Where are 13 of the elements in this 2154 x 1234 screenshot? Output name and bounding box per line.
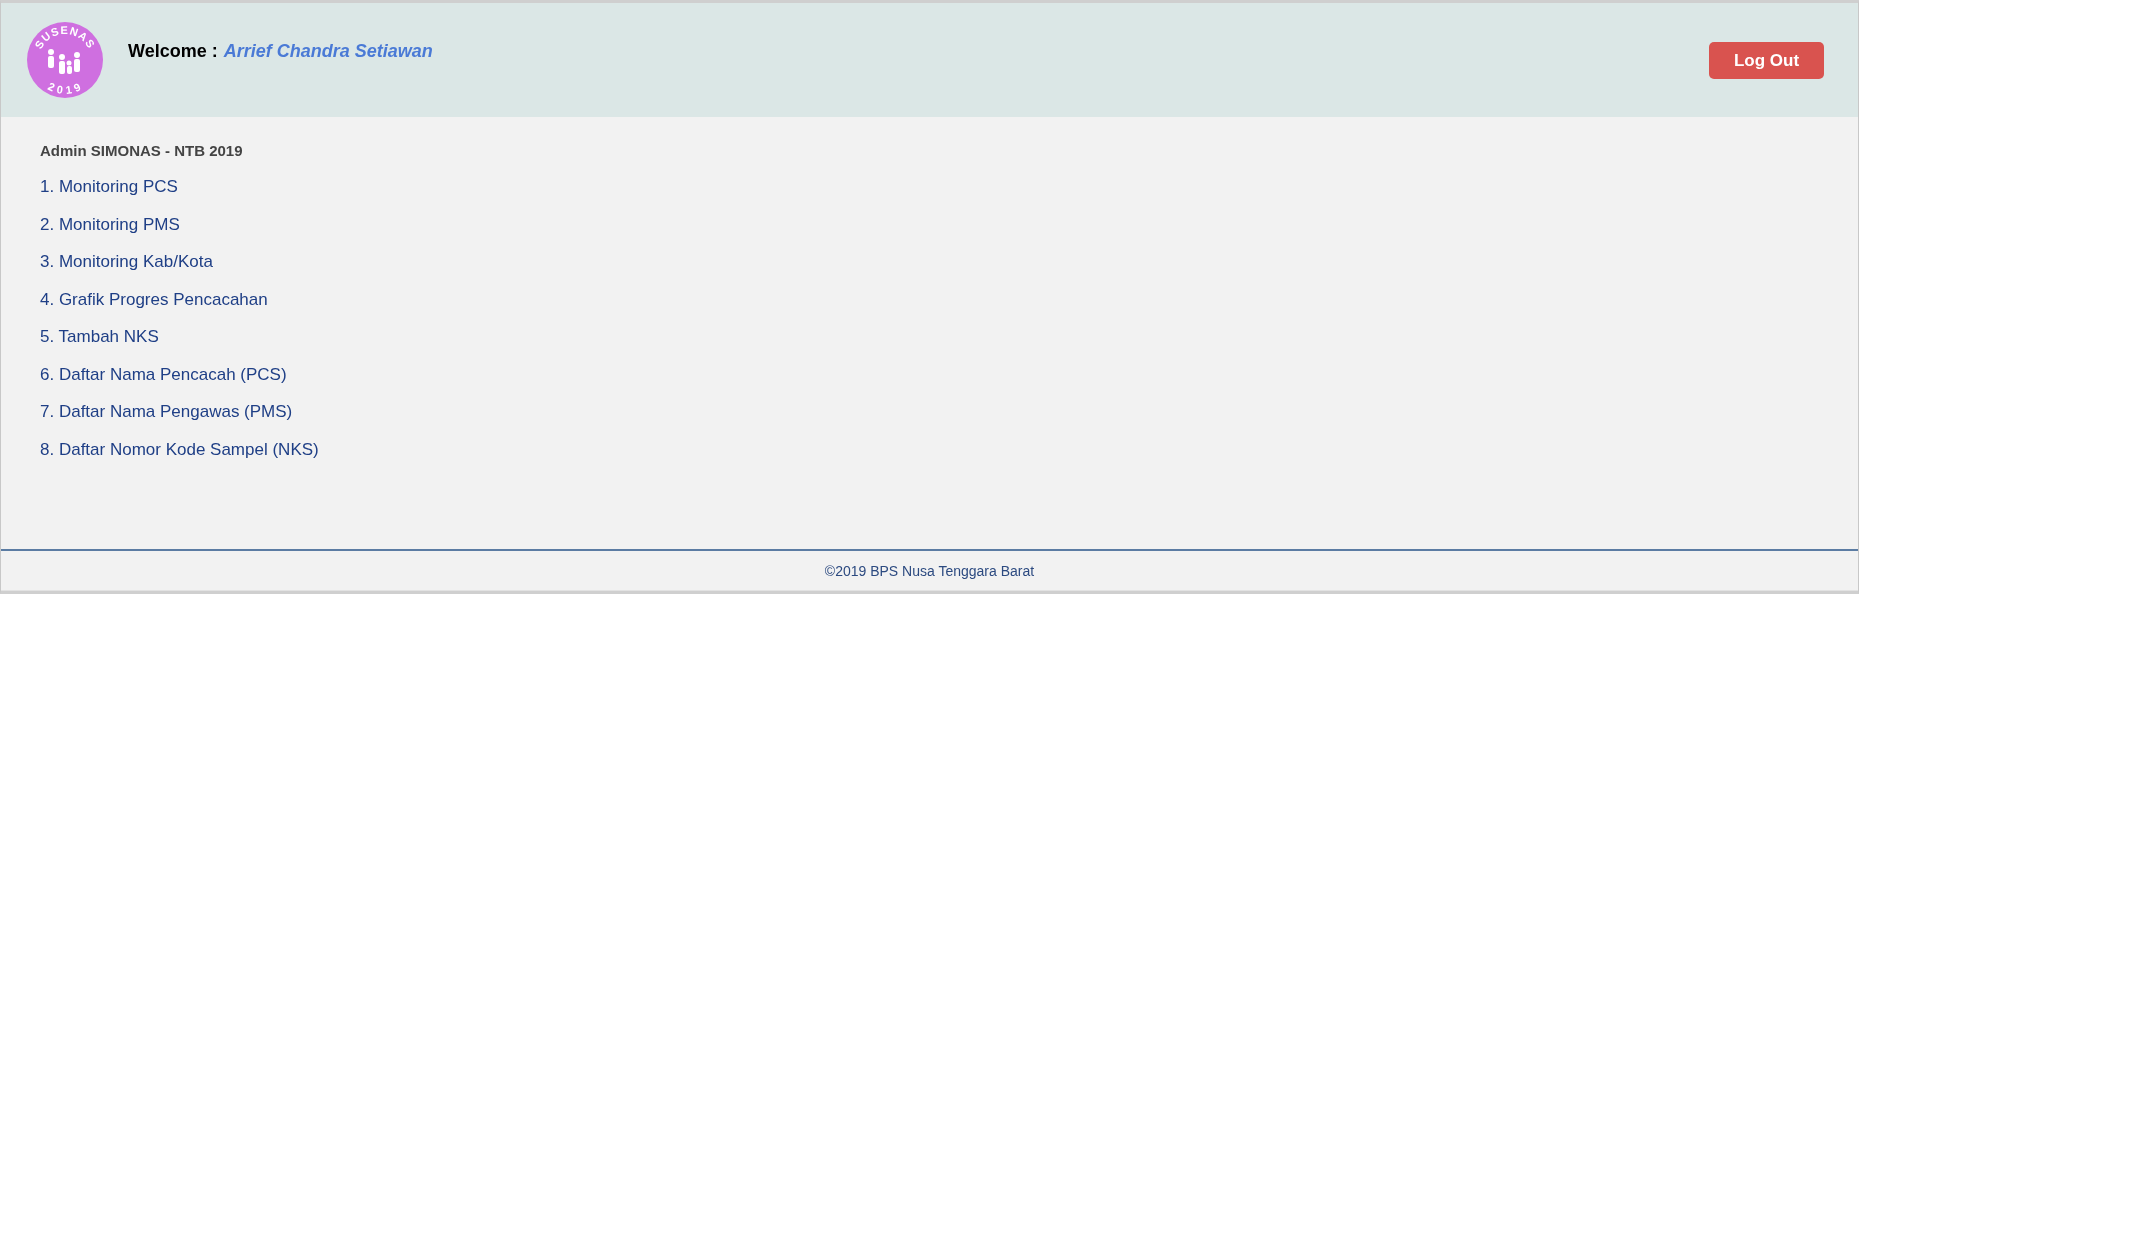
menu-link[interactable]: 1. Monitoring PCS (40, 177, 178, 197)
copyright-text: ©2019 BPS Nusa Tenggara Barat (824, 563, 1035, 579)
menu-link[interactable]: 6. Daftar Nama Pencacah (PCS) (40, 364, 287, 385)
welcome-label: Welcome : (128, 41, 218, 62)
menu-title: Admin SIMONAS - NTB 2019 (40, 142, 244, 159)
menu-link[interactable]: 3. Monitoring Kab/Kota (40, 252, 213, 272)
menu-link[interactable]: 2. Monitoring PMS (40, 214, 180, 235)
user-name: Arrief Chandra Setiawan (223, 41, 433, 62)
menu-link[interactable]: 5. Tambah NKS (40, 327, 159, 347)
logout-button[interactable]: Log Out (1709, 42, 1824, 79)
menu-link[interactable]: 4. Grafik Progres Pencacahan (40, 289, 268, 310)
menu-link[interactable]: 7. Daftar Nama Pengawas (PMS) (40, 402, 293, 422)
menu-link[interactable]: 8. Daftar Nomor Kode Sampel (NKS) (40, 439, 319, 460)
